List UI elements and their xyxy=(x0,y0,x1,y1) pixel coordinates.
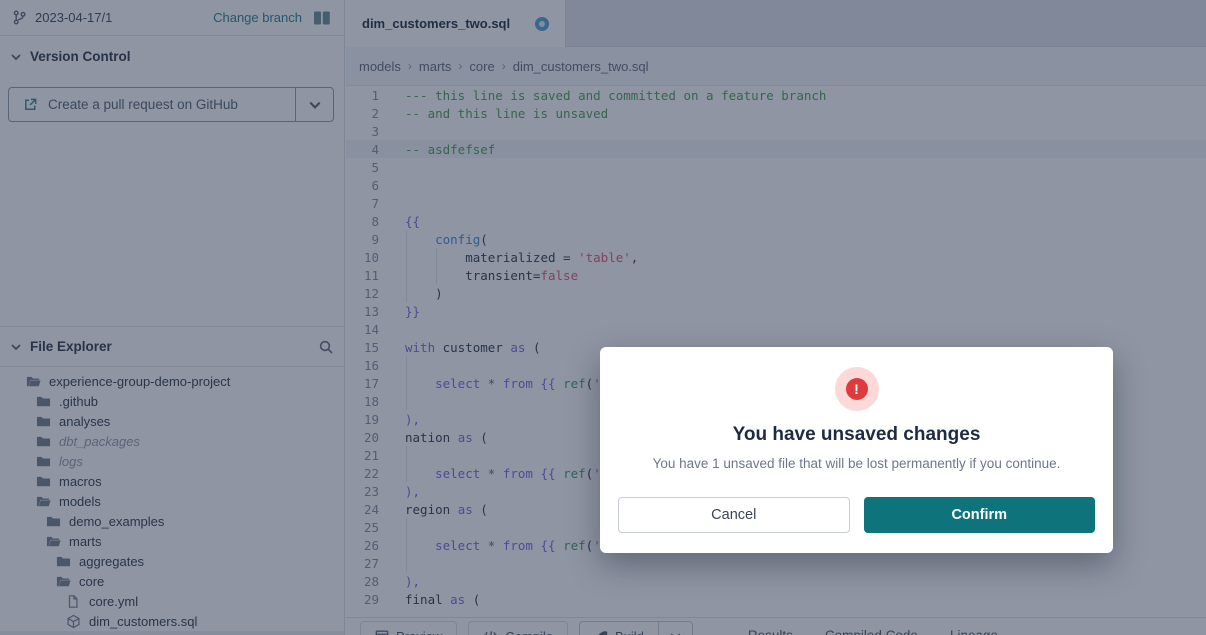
confirm-button[interactable]: Confirm xyxy=(864,497,1096,533)
unsaved-changes-modal: ! You have unsaved changes You have 1 un… xyxy=(600,347,1113,553)
cancel-button[interactable]: Cancel xyxy=(618,497,850,533)
modal-body-text: You have 1 unsaved file that will be los… xyxy=(653,456,1061,471)
error-exclamation-icon: ! xyxy=(846,378,868,400)
warning-icon-circle: ! xyxy=(835,367,879,411)
modal-title: You have unsaved changes xyxy=(733,424,981,446)
dbt-ide-app: 2023-04-17/1 Change branch Version Contr… xyxy=(0,0,1206,635)
modal-actions: Cancel Confirm xyxy=(600,497,1113,533)
